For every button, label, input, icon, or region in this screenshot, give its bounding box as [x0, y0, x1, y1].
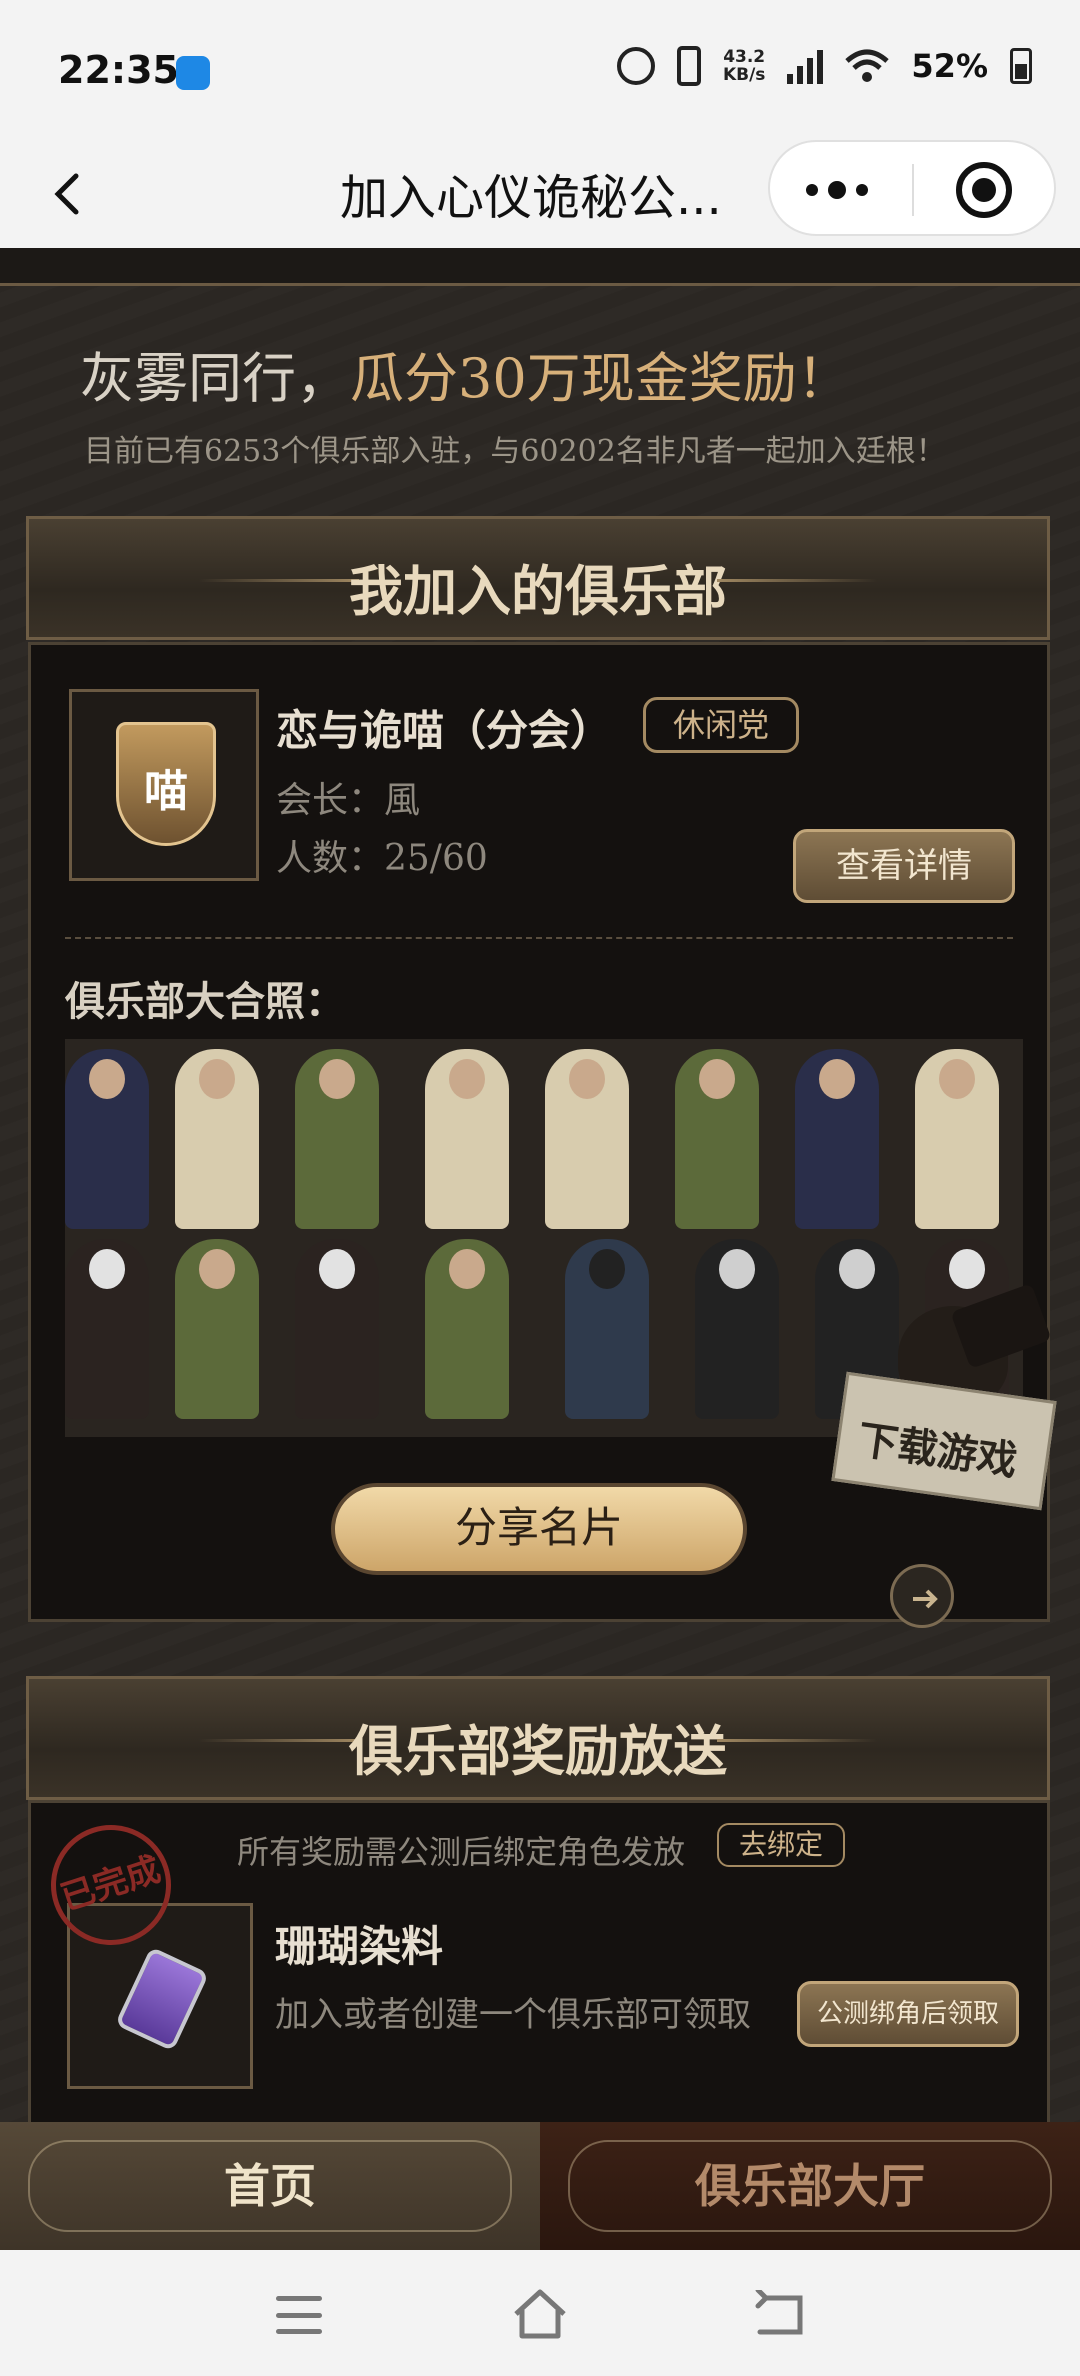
close-miniprogram-button[interactable] [956, 162, 1012, 218]
headline-prefix: 灰雾同行， [80, 347, 350, 410]
character-figure [175, 1239, 259, 1419]
arrow-icon[interactable] [890, 1564, 954, 1628]
chevron-left-icon [54, 173, 79, 215]
character-figure [795, 1049, 879, 1229]
subline: 目前已有6253个俱乐部入驻，与60202名非凡者一起加入廷根！ [84, 434, 946, 469]
status-bar: 22:35 43.2 KB/s 52% [0, 0, 1080, 140]
view-details-button[interactable]: 查看详情 [793, 829, 1015, 903]
battery-icon [1010, 48, 1032, 84]
character-figure [295, 1239, 379, 1419]
net-speed-unit: KB/s [722, 65, 766, 85]
tab-frame [28, 2140, 512, 2232]
character-figure [425, 1239, 509, 1419]
character-figure [295, 1049, 379, 1229]
reward-title: 珊瑚染料 [275, 1922, 444, 1971]
my-club-title: 我加入的俱乐部 [349, 559, 727, 623]
tab-frame [568, 2140, 1052, 2232]
net-speed-value: 43.2 [723, 47, 766, 67]
tab-club-hall[interactable]: 俱乐部大厅 [540, 2122, 1080, 2250]
reward-note: 所有奖励需公测后绑定角色发放 [237, 1833, 686, 1871]
menu-icon[interactable] [276, 2296, 322, 2334]
back-icon[interactable] [752, 2287, 808, 2340]
my-club-banner: 我加入的俱乐部 [26, 516, 1050, 640]
shield-icon: 喵 [116, 722, 216, 846]
character-figure [915, 1049, 999, 1229]
wifi-icon [845, 49, 890, 83]
club-tag: 休闲党 [643, 697, 799, 753]
claim-reward-button[interactable]: 公测绑角后领取 [797, 1981, 1019, 2047]
banner-ornament-right [717, 1739, 877, 1742]
character-figure [175, 1049, 259, 1229]
nav-bar: 加入心仪诡秘公... [0, 140, 1080, 248]
character-figure [565, 1239, 649, 1419]
bind-button[interactable]: 去绑定 [717, 1823, 845, 1867]
status-icons: 43.2 KB/s 52% [616, 46, 1032, 86]
more-button[interactable] [806, 172, 876, 208]
alarm-icon [616, 47, 655, 85]
share-card-button[interactable]: 分享名片 [331, 1483, 747, 1575]
rewards-banner: 俱乐部奖励放送 [26, 1676, 1050, 1800]
character-figure [695, 1239, 779, 1419]
banner-ornament-right [717, 579, 877, 582]
miniprogram-capsule [768, 140, 1056, 236]
character-figure [545, 1049, 629, 1229]
reward-panel: 所有奖励需公测后绑定角色发放 去绑定 已完成 珊瑚染料 加入或者创建一个俱乐部可… [28, 1800, 1050, 2123]
vibrate-icon [676, 46, 701, 86]
reward-description: 加入或者创建一个俱乐部可领取 [275, 1995, 751, 2035]
emblem-text: 喵 [144, 766, 188, 817]
club-name: 恋与诡喵（分会） [276, 706, 613, 755]
club-emblem: 喵 [69, 689, 259, 881]
bottom-tabs: 首页 俱乐部大厅 [0, 2122, 1080, 2250]
signal-icon [787, 48, 824, 84]
divider [65, 937, 1013, 939]
club-member-count: 人数：25/60 [276, 838, 488, 879]
character-figure [65, 1049, 149, 1229]
system-navigation-bar [0, 2250, 1080, 2376]
group-photo-title: 俱乐部大合照： [65, 978, 345, 1025]
capsule-divider [912, 164, 914, 216]
character-figure [425, 1049, 509, 1229]
status-time: 22:35 [58, 48, 179, 92]
top-frame [0, 248, 1080, 286]
page-title: 加入心仪诡秘公... [340, 170, 722, 226]
headline-accent: 瓜分30万现金奖励！ [350, 347, 851, 410]
tab-home[interactable]: 首页 [0, 2122, 540, 2250]
page-content: 灰雾同行，瓜分30万现金奖励！ 目前已有6253个俱乐部入驻，与60202名非凡… [0, 248, 1080, 2123]
dye-spool-icon [114, 1946, 210, 2052]
download-game-button[interactable]: 下载游戏 [831, 1283, 1058, 1511]
rewards-title: 俱乐部奖励放送 [349, 1719, 727, 1783]
headline: 灰雾同行，瓜分30万现金奖励！ [80, 334, 851, 413]
club-leader: 会长：風 [276, 780, 421, 821]
character-figure [675, 1049, 759, 1229]
back-button[interactable] [40, 164, 100, 224]
net-speed: 43.2 KB/s [723, 48, 765, 84]
character-figure [65, 1239, 149, 1419]
app-notification-icon [176, 56, 210, 90]
battery-percent: 52% [911, 47, 988, 85]
home-icon[interactable] [510, 2286, 570, 2342]
